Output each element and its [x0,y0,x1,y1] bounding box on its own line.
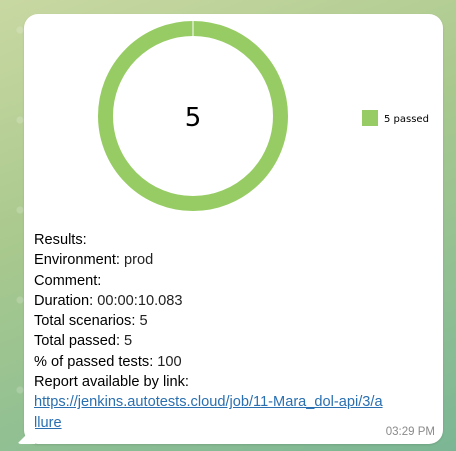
chart-center-label: 5 [185,103,202,133]
chat-background: { "chart_data": { "type": "pie", "center… [0,0,456,451]
total-scenarios-row: Total scenarios: 5 [34,313,148,330]
comment-row: Comment: [34,272,102,289]
report-link-label: Report available by link: [34,374,189,391]
duration-row: Duration: 00:00:10.083 [34,292,183,309]
message-timestamp: 03:29 PM [385,426,435,438]
results-row: Results: [34,232,87,248]
legend-swatch [362,110,378,126]
message-bubble: 5 5 passed Results: Environment: prod Co… [24,14,443,444]
environment-row: Environment: prod [34,252,154,269]
chart-legend: 5 passed [362,110,429,126]
passed-percent-row: % of passed tests: 100 [34,353,182,370]
report-link[interactable]: https://jenkins.autotests.cloud/job/11-M… [34,392,384,433]
pie-chart: 5 5 passed [98,21,429,211]
legend-label: 5 passed [384,114,429,125]
total-passed-row: Total passed: 5 [34,333,133,350]
message-text: Results: Environment: prod Comment: Dura… [34,230,384,433]
